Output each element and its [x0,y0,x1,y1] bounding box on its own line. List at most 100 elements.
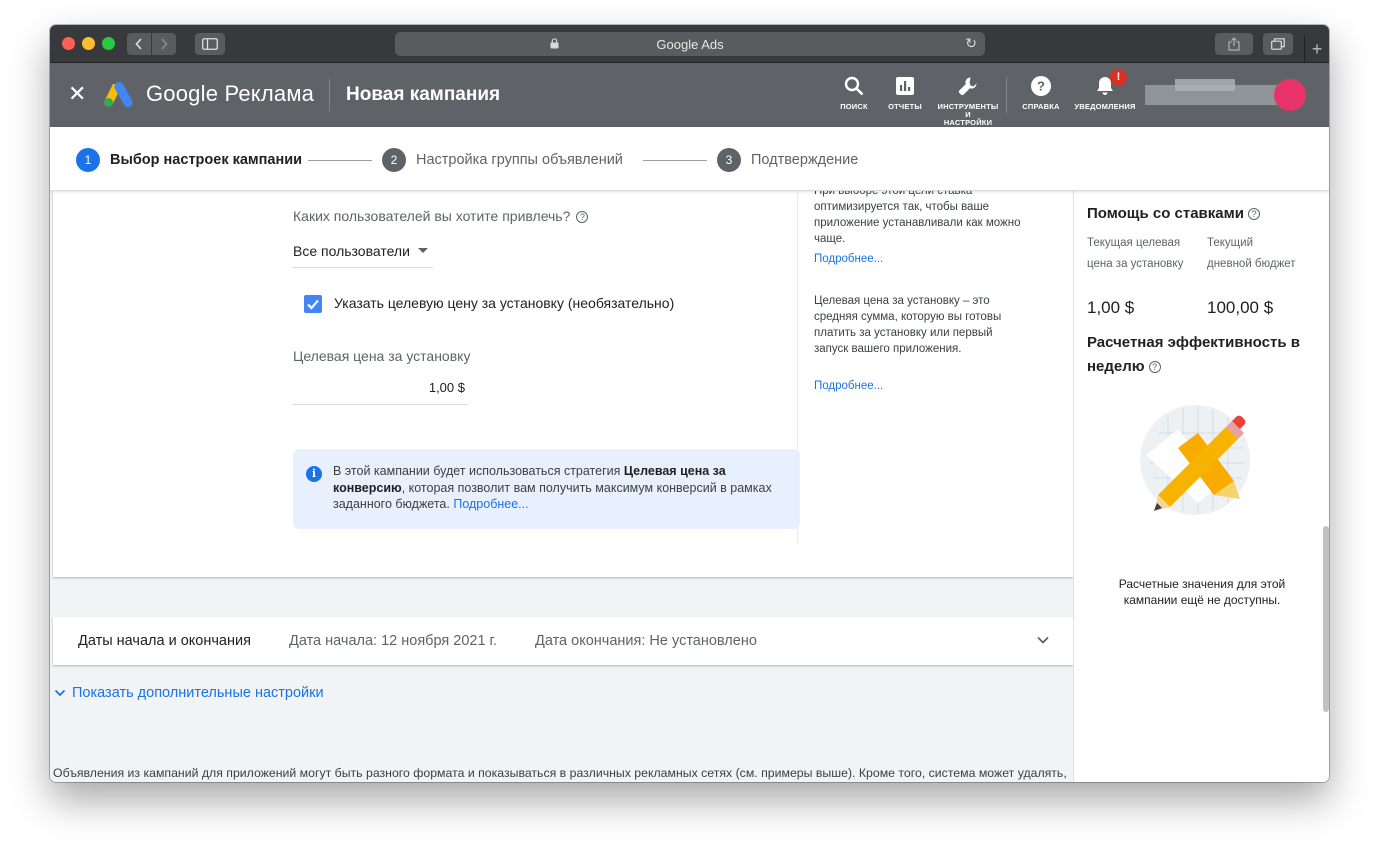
users-select-value: Все пользователи [293,243,410,259]
reload-icon[interactable]: ↻ [965,35,977,52]
step-connector [308,160,372,161]
tabs-icon [1271,38,1285,50]
step-confirmation[interactable]: 3 Подтверждение [717,148,858,172]
notifications-tool-label: УВЕДОМЛЕНИЯ [1074,102,1136,111]
main-content: Каких пользователей вы хотите привлечь??… [50,191,1329,782]
current-budget-value: 100,00 $ [1207,298,1274,317]
chevron-down-icon[interactable] [1036,633,1050,647]
tabs-overview-button[interactable] [1263,33,1293,55]
target-price-checkbox[interactable] [304,295,322,313]
target-price-input[interactable]: 1,00 $ [293,377,469,405]
wrench-icon [958,77,977,96]
share-icon [1228,37,1240,51]
strategy-info-box: i В этой кампании будет использоваться с… [293,449,800,529]
scrollbar[interactable] [1323,526,1329,712]
tools-label-line3: НАСТРОЙКИ [943,118,993,127]
users-select[interactable]: Все пользователи [293,243,433,268]
address-text: Google Ads [656,36,724,52]
new-tab-button[interactable]: + [1304,35,1329,63]
step-label: Выбор настроек кампании [110,152,303,168]
ads-header: ✕ Google Реклама Новая кампания ПОИСК ОТ… [50,63,1329,127]
svg-text:?: ? [1037,79,1045,94]
step-number: 3 [717,148,741,172]
learn-more-link[interactable]: Подробнее... [814,253,883,265]
check-icon [307,299,319,310]
column-divider [797,191,798,543]
step-connector [643,160,707,161]
browser-titlebar: Google Ads ↻ + [50,25,1329,63]
close-icon[interactable]: ✕ [68,83,86,105]
current-target-value: 1,00 $ [1087,298,1135,317]
chevron-down-icon [54,689,66,697]
brand-name: Google Реклама [146,81,315,106]
header-divider [329,79,330,111]
help-tool-button[interactable]: ? СПРАВКА [1020,75,1062,111]
notifications-tool-button[interactable]: ! УВЕДОМЛЕНИЯ [1072,69,1138,111]
search-tool-button[interactable]: ПОИСК [836,75,872,111]
help-circle-icon[interactable]: ? [576,211,589,223]
users-question: Каких пользователей вы хотите привлечь?? [293,208,589,224]
dates-section[interactable]: Даты начала и окончания Дата начала: 12 … [53,617,1073,665]
help-tool-label: СПРАВКА [1022,102,1060,111]
help-icon: ? [1031,76,1051,96]
learn-more-link[interactable]: Подробнее... [814,380,883,392]
current-target-label: Текущая целевая цена за установку [1087,237,1184,270]
bid-help-title: Помощь со ставками? [1087,205,1260,222]
reports-tool-label: ОТЧЕТЫ [888,102,922,111]
redacted-block [1175,79,1235,91]
performance-title: Расчетная эффективность в неделю? [1087,331,1317,379]
help-text-bid-goal: При выборе этой цели ставка оптимизирует… [814,191,1021,245]
forward-button[interactable] [152,33,176,55]
google-ads-logo-icon [104,81,133,108]
info-text: В этой кампании будет использоваться стр… [333,464,624,478]
share-button[interactable] [1215,33,1253,55]
header-tools-divider [1006,77,1007,113]
page-title: Новая кампания [346,84,501,105]
step-label: Подтверждение [751,152,859,168]
minimize-window-button[interactable] [82,37,95,50]
bidding-card: Каких пользователей вы хотите привлечь??… [53,191,1073,577]
target-price-label: Целевая цена за установку [293,348,471,364]
step-label: Настройка группы объявлений [416,152,623,168]
tools-settings-label: ИНСТРУМЕНТЫ И НАСТРОЙКИ [937,103,999,127]
step-number: 1 [76,148,100,172]
tools-settings-button[interactable]: ИНСТРУМЕНТЫ И НАСТРОЙКИ [937,75,999,127]
search-icon [844,76,864,96]
zoom-window-button[interactable] [102,37,115,50]
show-more-settings-label: Показать дополнительные настройки [72,685,324,701]
search-tool-label: ПОИСК [840,102,868,111]
address-bar[interactable]: Google Ads ↻ [395,32,985,56]
performance-note: Расчетные значения для этой кампании ещё… [1118,577,1286,607]
disclaimer-text: Объявления из кампаний для приложений мо… [53,766,1067,780]
performance-title-text: Расчетная эффективность в неделю [1087,334,1300,375]
bar-chart-icon [896,77,914,95]
current-budget-label: Текущий дневной бюджет [1207,237,1296,270]
step-campaign-settings[interactable]: 1 Выбор настроек кампании [76,148,302,172]
bid-help-panel: Помощь со ставками? Текущая целевая цена… [1073,191,1329,782]
pencil-ruler-illustration-icon [1140,405,1250,515]
sidebar-toggle-button[interactable] [195,33,225,55]
reports-tool-button[interactable]: ОТЧЕТЫ [886,75,924,111]
browser-window: Google Ads ↻ + ✕ Google Реклама Новая ка… [50,25,1329,782]
campaign-stepper: 1 Выбор настроек кампании 2 Настройка гр… [50,127,1329,191]
info-learn-more-link[interactable]: Подробнее... [453,497,528,511]
step-number: 2 [382,148,406,172]
help-text-target-price: Целевая цена за установку – это средняя … [814,295,1002,355]
end-date: Дата окончания: Не установлено [535,633,757,649]
close-window-button[interactable] [62,37,75,50]
info-icon: i [306,466,322,482]
help-circle-icon[interactable]: ? [1148,361,1161,373]
start-date: Дата начала: 12 ноября 2021 г. [289,633,498,649]
sidebar-icon [202,38,218,50]
step-ad-group[interactable]: 2 Настройка группы объявлений [382,148,623,172]
back-button[interactable] [127,33,151,55]
caret-down-icon [417,248,428,253]
chevron-right-icon [161,38,168,50]
notification-badge: ! [1110,69,1127,86]
help-circle-icon[interactable]: ? [1247,208,1260,220]
show-more-settings-link[interactable]: Показать дополнительные настройки [54,685,324,701]
target-price-checkbox-label[interactable]: Указать целевую цену за установку (необя… [334,295,674,311]
avatar[interactable] [1274,79,1306,111]
lock-icon [550,38,559,49]
chevron-left-icon [135,38,142,50]
